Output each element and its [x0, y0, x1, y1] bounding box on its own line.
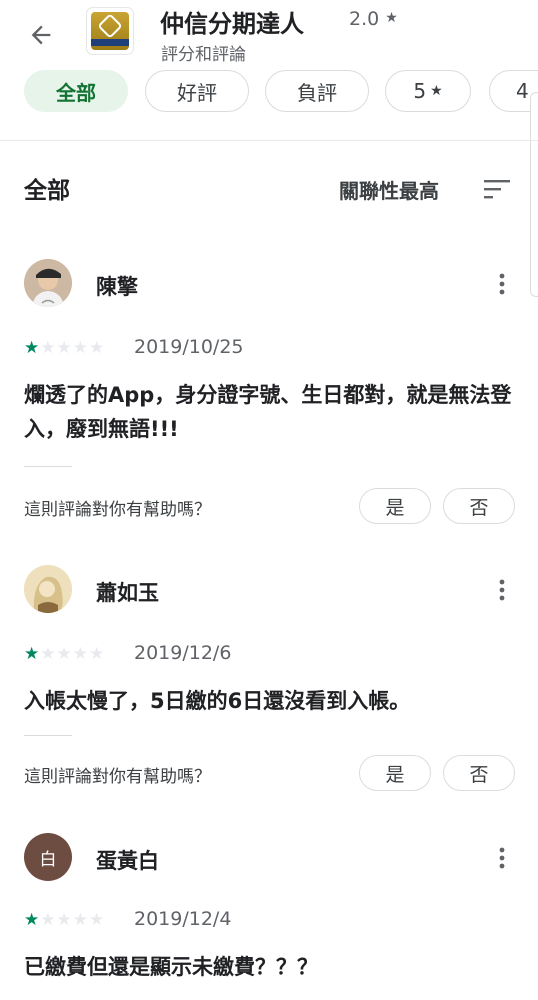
review-text: 入帳太慢了，5日繳的6日還沒看到入帳。 — [24, 689, 411, 713]
star-icon: ★ — [72, 909, 88, 930]
reviewer-name: 蕭如玉 — [96, 581, 159, 605]
star-icon: ★ — [72, 337, 88, 358]
star-icon: ★ — [56, 909, 72, 930]
avatar — [24, 259, 72, 307]
chip-label: 4 — [516, 79, 529, 103]
scrollbar-thumb[interactable] — [530, 92, 538, 297]
helpful-no-button[interactable]: 否 — [443, 488, 515, 524]
star-icon: ★ — [24, 337, 40, 358]
star-icon: ★ — [72, 643, 88, 664]
divider — [24, 466, 72, 467]
app-rating-value: 2.0 — [349, 8, 380, 30]
star-icon: ★ — [24, 909, 40, 930]
page-subtitle: 評分和評論 — [161, 45, 246, 65]
chip-label: 好評 — [177, 80, 217, 105]
helpful-no-button[interactable]: 否 — [443, 755, 515, 791]
app-rating: 2.0 ★ — [349, 8, 398, 30]
helpful-question: 這則評論對你有幫助嗎？ — [24, 767, 211, 787]
reviewer-name: 陳擎 — [96, 275, 138, 299]
star-icon: ★ — [89, 909, 105, 930]
avatar — [24, 565, 72, 613]
star-icon: ★ — [40, 643, 56, 664]
star-rating: ★ ★ ★ ★ ★ — [24, 644, 104, 664]
review-text: 已繳費但還是顯示未繳費？？？ — [24, 955, 318, 979]
reviewer-name: 蛋黃白 — [96, 849, 159, 873]
section-title: 全部 — [24, 178, 70, 204]
star-rating: ★ ★ ★ ★ ★ — [24, 910, 104, 930]
helpful-yes-button[interactable]: 是 — [359, 488, 431, 524]
sort-dropdown[interactable]: 關聯性最高 — [339, 175, 439, 204]
more-vert-icon[interactable] — [488, 844, 516, 872]
chip-negative[interactable]: 負評 — [265, 70, 369, 112]
chip-label: 負評 — [297, 80, 337, 105]
chip-5-stars[interactable]: 5 ★ — [385, 70, 471, 112]
helpful-yes-button[interactable]: 是 — [359, 755, 431, 791]
chip-label: 全部 — [56, 80, 96, 105]
chip-label: 5 — [413, 79, 427, 103]
divider — [24, 735, 72, 736]
back-arrow-icon[interactable] — [24, 18, 58, 52]
rating-star-icon: ★ — [385, 10, 398, 26]
app-icon — [87, 8, 133, 54]
avatar: 白 — [24, 833, 72, 881]
star-icon: ★ — [40, 909, 56, 930]
review-date: 2019/12/4 — [134, 908, 232, 930]
chip-positive[interactable]: 好評 — [145, 70, 249, 112]
star-rating: ★ ★ ★ ★ ★ — [24, 338, 104, 358]
star-icon: ★ — [40, 337, 56, 358]
review-date: 2019/10/25 — [134, 336, 244, 358]
star-icon: ★ — [56, 643, 72, 664]
app-title: 仲信分期達人 — [160, 10, 304, 38]
app-header: 仲信分期達人 2.0 ★ 評分和評論 — [0, 0, 538, 70]
sort-icon[interactable] — [482, 178, 512, 200]
star-icon: ★ — [89, 643, 105, 664]
chip-all[interactable]: 全部 — [24, 70, 128, 112]
more-vert-icon[interactable] — [488, 576, 516, 604]
review-text: 爛透了的App，身分證字號、生日都對，就是無法登入，廢到無語!!! — [24, 383, 512, 441]
star-icon: ★ — [430, 83, 443, 99]
more-vert-icon[interactable] — [488, 270, 516, 298]
review-date: 2019/12/6 — [134, 642, 232, 664]
star-icon: ★ — [56, 337, 72, 358]
star-icon: ★ — [89, 337, 105, 358]
divider — [0, 140, 538, 141]
helpful-question: 這則評論對你有幫助嗎？ — [24, 500, 211, 520]
star-icon: ★ — [24, 643, 40, 664]
filter-chip-row: 全部 好評 負評 5 ★ 4 — [0, 70, 538, 114]
